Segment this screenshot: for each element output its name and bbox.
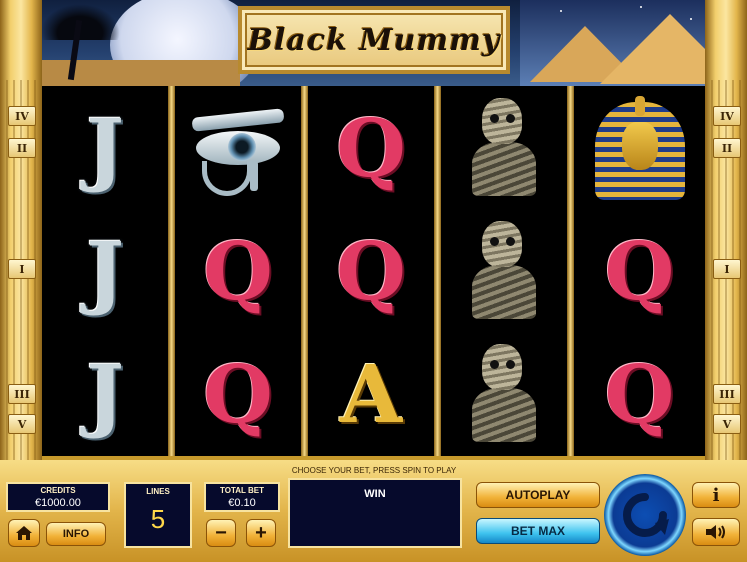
star-icon <box>640 6 642 8</box>
info-icon: i <box>712 484 720 506</box>
reel-cell: Q <box>308 209 434 332</box>
reel-divider <box>434 86 441 456</box>
payline-tag-right[interactable]: III <box>713 384 741 404</box>
payline-tag-right[interactable]: I <box>713 259 741 279</box>
eye-of-horus-icon <box>188 103 288 196</box>
payline-tag-left[interactable]: V <box>8 414 36 434</box>
mummy-icon <box>468 220 540 321</box>
credits-label: CREDITS <box>40 486 76 495</box>
reel-divider <box>168 86 175 456</box>
lines-label: LINES <box>146 487 170 496</box>
pyramids-scene <box>520 0 740 86</box>
reel-2: Q Q <box>175 86 301 456</box>
payline-tag-left[interactable]: IV <box>8 106 36 126</box>
total-bet-box: TOTAL BET €0.10 <box>204 482 280 512</box>
lines-box: LINES 5 <box>124 482 192 548</box>
reel-cell: J <box>42 209 168 332</box>
symbol-q: Q <box>604 346 675 441</box>
win-box: WIN <box>288 478 462 548</box>
reel-5: Q Q <box>574 86 705 456</box>
spin-icon <box>623 493 669 537</box>
game-title-panel: Black Mummy <box>238 6 510 74</box>
pharaoh-icon <box>594 95 685 200</box>
total-bet-value: €0.10 <box>228 497 256 509</box>
top-banner: Black Mummy <box>0 0 747 86</box>
symbol-a: A <box>339 346 403 441</box>
symbol-q: Q <box>203 223 273 318</box>
info-button[interactable]: INFO <box>46 522 106 546</box>
home-icon <box>16 526 32 540</box>
credits-value: €1000.00 <box>35 497 81 509</box>
mummy-icon <box>468 97 540 198</box>
credits-box: CREDITS €1000.00 <box>6 482 110 512</box>
payline-tag-left[interactable]: III <box>8 384 36 404</box>
reel-cell: Q <box>175 209 301 332</box>
reels-area: J J J Q Q Q Q A Q Q <box>42 86 705 456</box>
reel-4 <box>441 86 567 456</box>
reel-3: Q Q A <box>308 86 434 456</box>
home-button[interactable] <box>8 519 40 547</box>
symbol-q: Q <box>336 100 406 195</box>
symbol-q: Q <box>604 223 675 318</box>
reel-1: J J J <box>42 86 168 456</box>
reel-cell: J <box>42 86 168 209</box>
bet-max-button[interactable]: BET MAX <box>476 518 600 544</box>
symbol-j: J <box>86 346 124 441</box>
reel-cell <box>441 86 567 209</box>
mummy-icon <box>468 343 540 444</box>
symbol-j: J <box>86 223 124 318</box>
reel-divider <box>301 86 308 456</box>
autoplay-button[interactable]: AUTOPLAY <box>476 482 600 508</box>
win-label: WIN <box>364 488 386 500</box>
symbol-q: Q <box>336 223 406 318</box>
reel-cell: Q <box>308 86 434 209</box>
star-icon <box>560 10 562 12</box>
payline-tag-right[interactable]: V <box>713 414 741 434</box>
sound-icon <box>706 525 725 539</box>
symbol-q: Q <box>203 346 273 441</box>
reel-cell: J <box>42 332 168 455</box>
right-pillar: IV II I III V <box>705 0 747 460</box>
reel-cell: Q <box>574 332 705 455</box>
spin-button[interactable] <box>604 474 686 556</box>
reel-cell: Q <box>175 332 301 455</box>
reel-cell <box>175 86 301 209</box>
reel-cell <box>574 86 705 209</box>
bet-increase-button[interactable]: + <box>246 519 276 547</box>
lines-value: 5 <box>150 504 166 534</box>
payline-tag-left[interactable]: II <box>8 138 36 158</box>
game-title: Black Mummy <box>247 22 501 58</box>
instruction-text: CHOOSE YOUR BET, PRESS SPIN TO PLAY <box>291 466 457 475</box>
reel-cell <box>441 209 567 332</box>
star-icon <box>690 18 692 20</box>
reel-divider <box>567 86 574 456</box>
symbol-j: J <box>86 100 124 195</box>
total-bet-label: TOTAL BET <box>220 486 264 495</box>
payline-tag-right[interactable]: II <box>713 138 741 158</box>
bet-decrease-button[interactable]: − <box>206 519 236 547</box>
sound-button[interactable] <box>692 518 740 546</box>
payline-tag-right[interactable]: IV <box>713 106 741 126</box>
reel-cell <box>441 332 567 455</box>
info-icon-button[interactable]: i <box>692 482 740 508</box>
reel-cell: A <box>308 332 434 455</box>
left-pillar: IV II I III V <box>0 0 42 460</box>
payline-tag-left[interactable]: I <box>8 259 36 279</box>
reel-cell: Q <box>574 209 705 332</box>
